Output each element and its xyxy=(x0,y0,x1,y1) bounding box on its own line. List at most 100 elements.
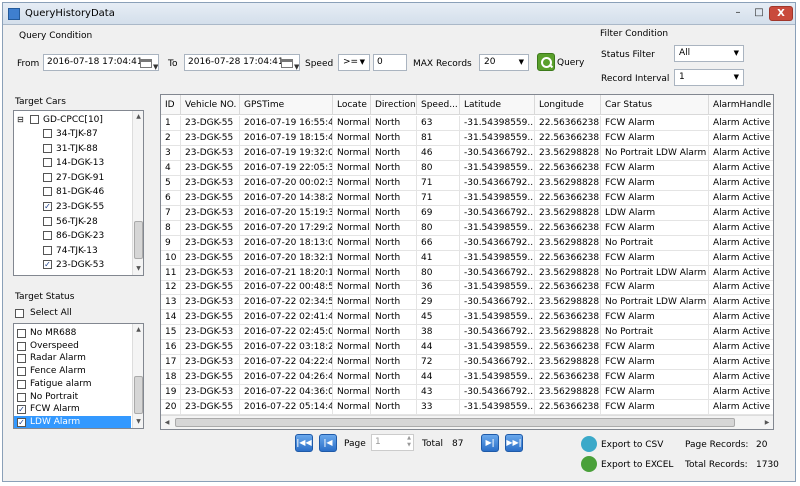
column-header[interactable]: Vehicle NO. xyxy=(181,95,240,115)
car-tree-item[interactable]: 81-DGK-46 xyxy=(14,185,134,199)
table-row[interactable]: 10 23-DGK-55 2016-07-20 18:32:13 Normal Nort… xyxy=(161,250,773,266)
status-list-item[interactable]: No Portrait xyxy=(14,391,131,404)
table-row[interactable]: 6 23-DGK-55 2016-07-20 14:38:21 Normal North… xyxy=(161,190,773,206)
status-checkbox[interactable]: ✓ xyxy=(17,417,26,427)
table-row[interactable]: 8 23-DGK-55 2016-07-20 17:29:26 Normal North… xyxy=(161,220,773,236)
chevron-down-icon[interactable]: ▼ xyxy=(153,60,158,70)
car-checkbox[interactable]: ✓ xyxy=(43,202,52,211)
scroll-left-icon[interactable]: ◀ xyxy=(161,416,173,429)
search-icon[interactable] xyxy=(537,53,555,71)
status-checkbox[interactable] xyxy=(17,354,26,364)
history-data-grid[interactable]: ID Vehicle NO. GPSTime Locate Direction Speed… xyxy=(160,94,774,430)
column-header[interactable]: Locate xyxy=(333,95,371,115)
status-list-item[interactable]: No MR688 xyxy=(14,327,131,340)
to-datetime-field[interactable]: 2016-07-28 17:04:41 ▼ xyxy=(184,54,300,71)
scroll-down-icon[interactable]: ▼ xyxy=(133,263,143,275)
column-header[interactable]: GPSTime xyxy=(240,95,333,115)
column-header[interactable]: Car Status xyxy=(601,95,709,115)
status-checkbox[interactable] xyxy=(17,341,26,351)
speed-input[interactable]: 0 xyxy=(373,54,407,71)
last-page-button[interactable]: ▶▶| xyxy=(505,434,523,452)
car-checkbox[interactable] xyxy=(43,231,52,241)
column-header[interactable]: AlarmHandle xyxy=(709,95,773,115)
car-tree-item[interactable]: ✓ 23-DGK-55 xyxy=(14,200,134,214)
table-row[interactable]: 20 23-DGK-55 2016-07-22 05:14:46 Normal Nort… xyxy=(161,400,773,416)
car-checkbox[interactable] xyxy=(43,187,52,197)
prev-page-button[interactable]: |◀ xyxy=(319,434,337,452)
maximize-button[interactable]: □ xyxy=(749,6,769,21)
target-status-list[interactable]: No MR688 Overspeed Radar Alarm Fence Alarm F… xyxy=(13,323,144,429)
table-row[interactable]: 5 23-DGK-53 2016-07-20 00:02:37 Normal North… xyxy=(161,175,773,191)
csv-export-icon[interactable] xyxy=(581,436,597,452)
car-checkbox[interactable] xyxy=(43,245,52,255)
tree-root-item[interactable]: ⊟ GD-CPCC[10] xyxy=(14,113,134,127)
scroll-up-icon[interactable]: ▲ xyxy=(133,111,143,123)
table-row[interactable]: 12 23-DGK-55 2016-07-22 00:48:51 Normal Nort… xyxy=(161,280,773,296)
first-page-button[interactable]: |◀◀ xyxy=(295,434,313,452)
car-checkbox[interactable] xyxy=(43,129,52,138)
table-row[interactable]: 18 23-DGK-55 2016-07-22 04:26:47 Normal Nort… xyxy=(161,370,773,386)
status-checkbox[interactable]: ✓ xyxy=(17,405,26,415)
select-all-checkbox[interactable] xyxy=(15,309,24,318)
scrollbar-thumb[interactable] xyxy=(175,418,735,427)
max-records-select[interactable]: 20 ▼ xyxy=(479,54,529,71)
car-tree-item[interactable]: 86-DGK-23 xyxy=(14,229,134,243)
column-header[interactable]: Latitude xyxy=(460,95,535,115)
scrollbar-thumb[interactable] xyxy=(134,376,143,414)
tree-expand-icon[interactable]: ⊟ xyxy=(17,113,24,127)
target-cars-tree[interactable]: ⊟ GD-CPCC[10] 34-TJK-87 31-TJK-88 14-DGK-1… xyxy=(13,110,144,276)
status-list-item[interactable]: Overspeed xyxy=(14,340,131,353)
table-row[interactable]: 19 23-DGK-53 2016-07-22 04:36:02 Normal Nort… xyxy=(161,385,773,401)
table-row[interactable]: 17 23-DGK-53 2016-07-22 04:22:49 Normal Nort… xyxy=(161,355,773,371)
chevron-up-icon[interactable]: ▲ xyxy=(407,435,411,442)
scroll-up-icon[interactable]: ▲ xyxy=(133,324,143,336)
next-page-button[interactable]: ▶| xyxy=(481,434,499,452)
column-header[interactable]: Direction xyxy=(371,95,417,115)
page-number-stepper[interactable]: 1 ▲ ▼ xyxy=(371,434,414,451)
car-checkbox[interactable] xyxy=(43,216,52,226)
chevron-down-icon[interactable]: ▼ xyxy=(407,442,411,449)
chevron-down-icon[interactable]: ▼ xyxy=(294,60,299,70)
minimize-button[interactable]: – xyxy=(727,6,749,21)
calendar-icon[interactable] xyxy=(281,59,293,68)
car-checkbox[interactable] xyxy=(43,158,52,168)
car-tree-item[interactable]: 14-DGK-13 xyxy=(14,156,134,170)
table-row[interactable]: 11 23-DGK-53 2016-07-21 18:20:13 Normal Nort… xyxy=(161,265,773,281)
status-list-item[interactable]: Radar Alarm xyxy=(14,352,131,365)
status-checkbox[interactable] xyxy=(17,367,26,377)
car-checkbox[interactable]: ✓ xyxy=(43,260,52,270)
table-row[interactable]: 3 23-DGK-53 2016-07-19 19:32:00 Normal North… xyxy=(161,145,773,161)
target-cars-scrollbar[interactable]: ▲ ▼ xyxy=(132,111,143,275)
title-bar[interactable]: QueryHistoryData – □ X xyxy=(3,3,795,25)
status-checkbox[interactable] xyxy=(17,379,26,389)
tree-root-checkbox[interactable] xyxy=(30,115,39,124)
car-tree-item[interactable]: 74-TJK-13 xyxy=(14,244,134,258)
car-checkbox[interactable] xyxy=(43,172,52,182)
status-checkbox[interactable] xyxy=(17,392,26,402)
record-interval-select[interactable]: 1 ▼ xyxy=(674,69,744,86)
scroll-down-icon[interactable]: ▼ xyxy=(133,416,143,428)
table-row[interactable]: 13 23-DGK-53 2016-07-22 02:34:51 Normal Nort… xyxy=(161,295,773,311)
query-button[interactable]: Query xyxy=(557,57,584,69)
close-button[interactable]: X xyxy=(769,6,793,21)
status-checkbox[interactable] xyxy=(17,329,26,338)
status-filter-select[interactable]: All ▼ xyxy=(674,45,744,62)
car-tree-item[interactable]: 34-TJK-87 xyxy=(14,127,134,141)
table-row[interactable]: 4 23-DGK-55 2016-07-19 22:05:39 Normal North… xyxy=(161,160,773,176)
car-tree-item[interactable]: 56-TJK-28 xyxy=(14,215,134,229)
table-row[interactable]: 7 23-DGK-53 2016-07-20 15:19:38 Normal North… xyxy=(161,205,773,221)
car-tree-item[interactable]: 31-TJK-88 xyxy=(14,142,134,156)
speed-operator-select[interactable]: >= ▼ xyxy=(338,54,370,71)
excel-export-icon[interactable] xyxy=(581,456,597,472)
table-row[interactable]: 2 23-DGK-55 2016-07-19 18:15:44 Normal North… xyxy=(161,130,773,146)
column-header[interactable]: Longitude xyxy=(535,95,601,115)
select-all-item[interactable]: Select All xyxy=(15,307,135,321)
table-row[interactable]: 14 23-DGK-55 2016-07-22 02:41:41 Normal Nort… xyxy=(161,310,773,326)
scroll-right-icon[interactable]: ▶ xyxy=(761,416,773,429)
car-checkbox[interactable] xyxy=(43,143,52,153)
column-header[interactable]: ID xyxy=(161,95,181,115)
from-datetime-field[interactable]: 2016-07-18 17:04:41 ▼ xyxy=(43,54,159,71)
scrollbar-thumb[interactable] xyxy=(134,221,143,259)
table-row[interactable]: 16 23-DGK-55 2016-07-22 03:18:24 Normal Nort… xyxy=(161,340,773,356)
car-tree-item[interactable]: 27-DGK-91 xyxy=(14,171,134,185)
